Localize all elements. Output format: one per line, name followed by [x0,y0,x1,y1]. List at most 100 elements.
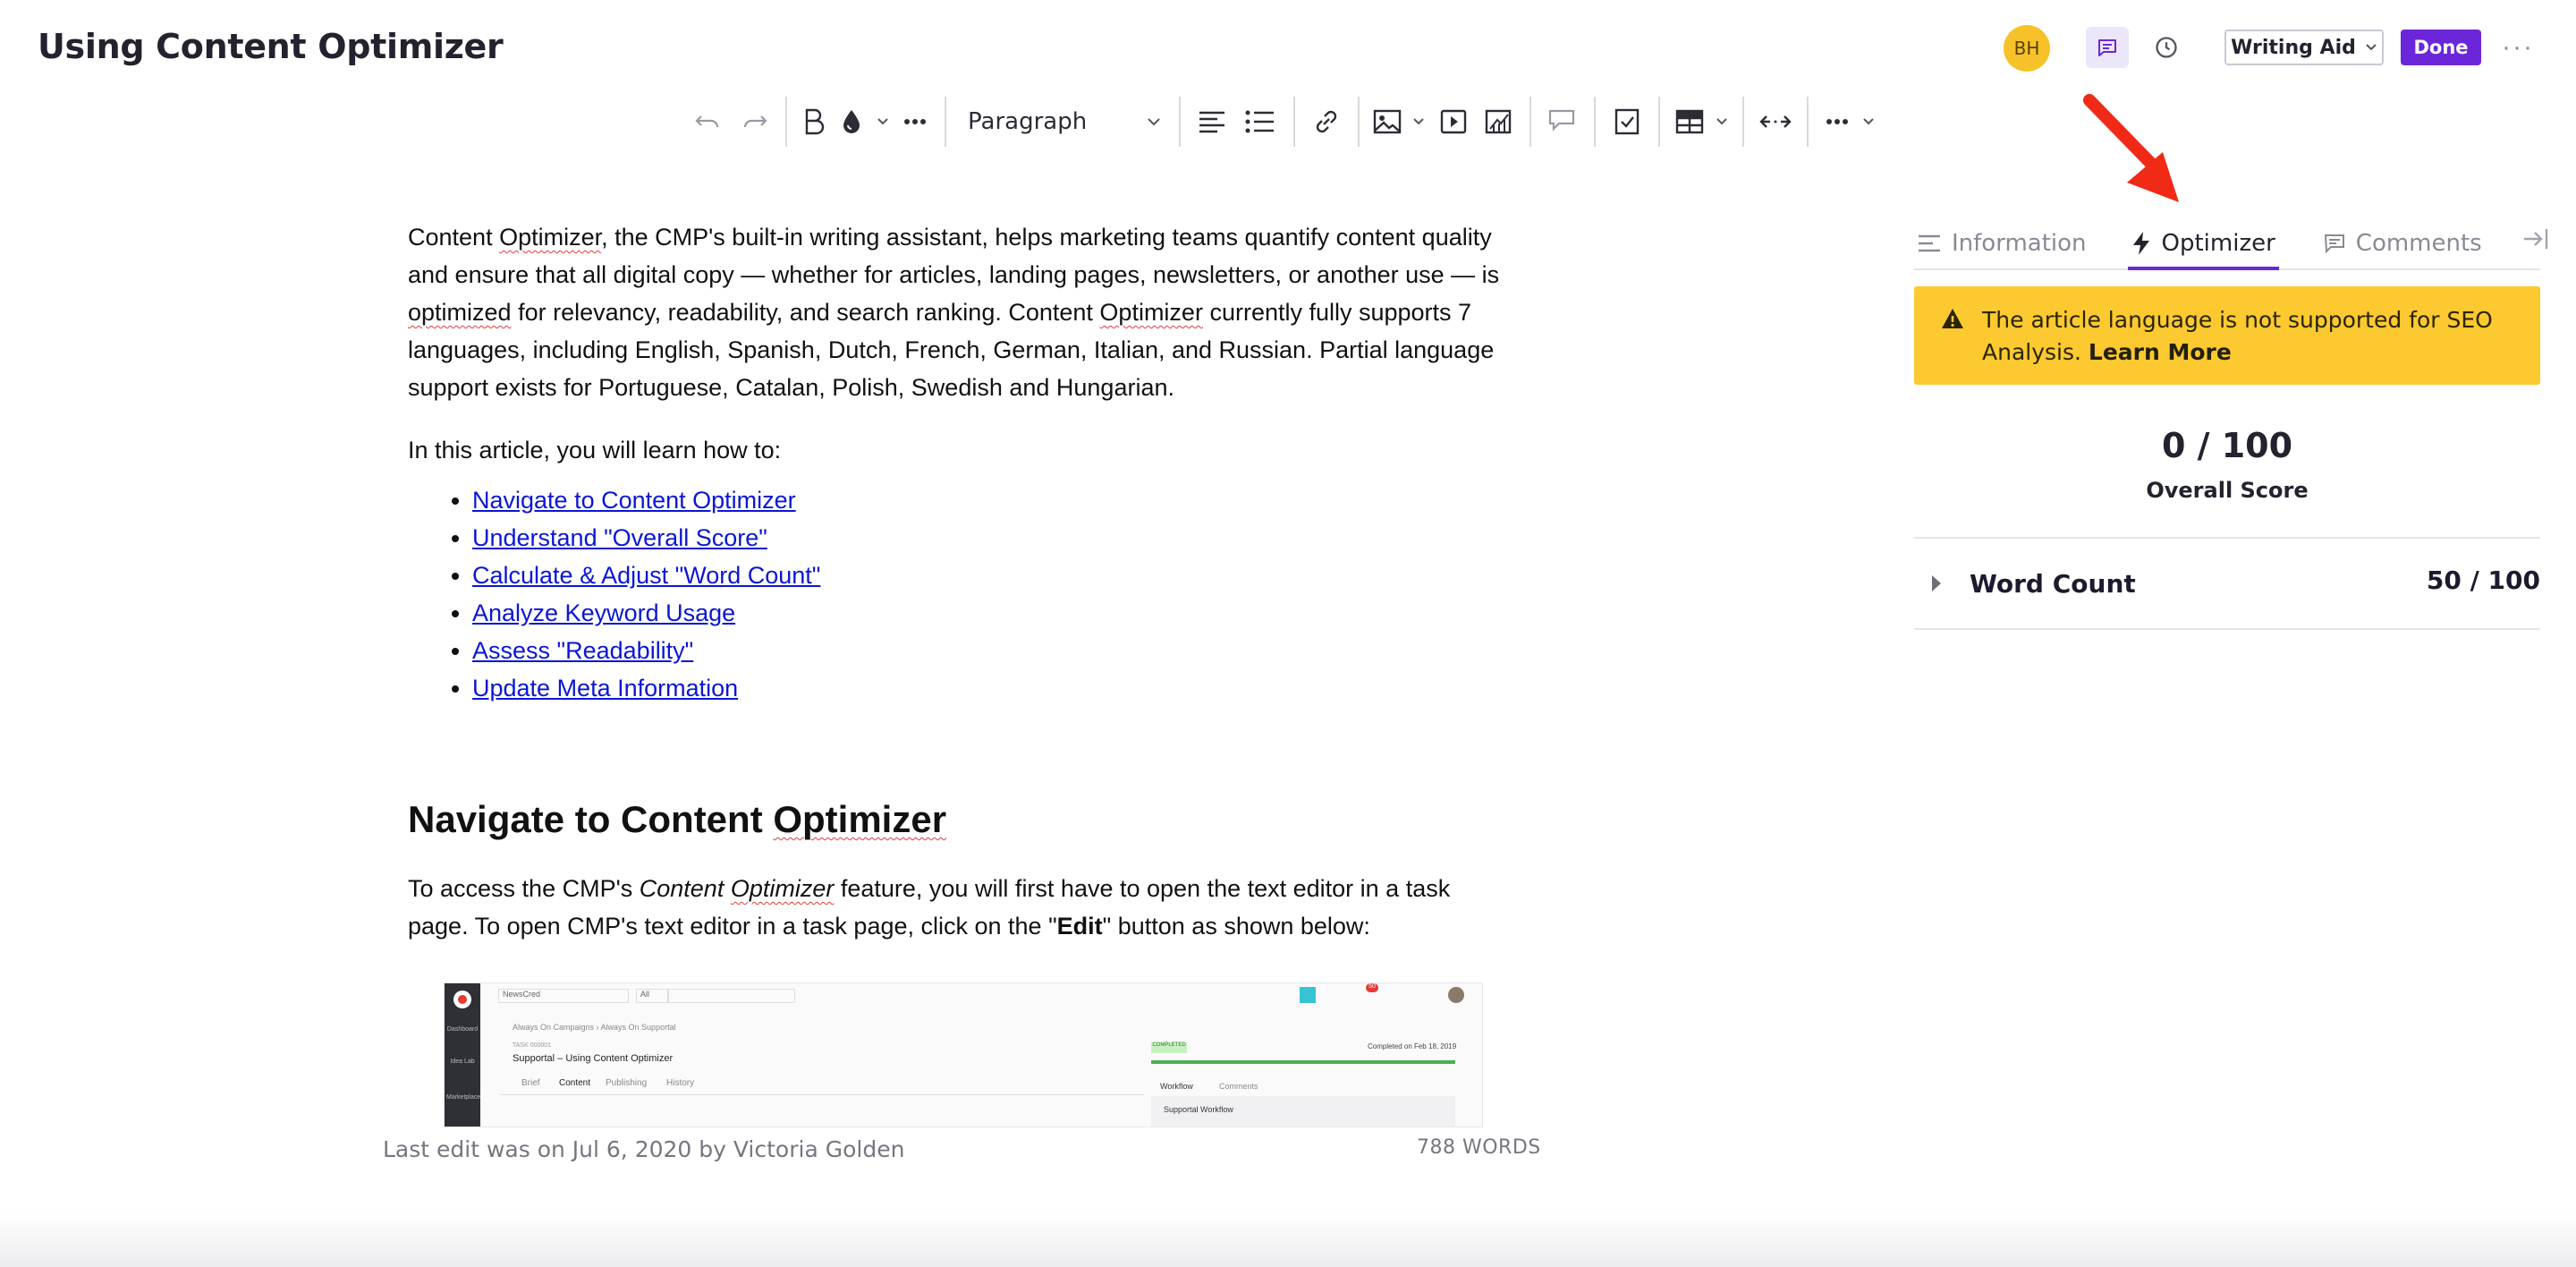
video-icon [1440,109,1467,134]
undo-button[interactable] [682,98,733,145]
chevron-down-icon [1863,118,1874,125]
more-format-button[interactable] [894,98,936,145]
word-count-row[interactable]: Word Count 50 / 100 [1914,539,2540,630]
bold-button[interactable] [796,98,832,145]
toolbar-divider [785,97,787,147]
expand-icon [1759,115,1792,128]
toolbar-divider [1179,97,1181,147]
embedded-nav-item: Idea Lab [450,1059,475,1065]
text-color-button[interactable] [832,98,871,145]
list-item: Analyze Keyword Usage [472,594,1517,632]
embedded-avatar [1448,987,1464,1003]
chevron-down-icon [1413,118,1424,125]
tab-optimizer[interactable]: Optimizer [2127,218,2280,270]
more-options-dropdown[interactable] [1857,98,1880,145]
ellipsis-icon[interactable]: ··· [2500,27,2536,68]
tab-information[interactable]: Information [1914,218,2090,268]
writing-aid-dropdown[interactable]: Writing Aid [2224,30,2384,65]
embedded-tab: History [666,1078,695,1088]
seo-alert: The article language is not supported fo… [1914,286,2540,385]
image-icon [1373,109,1402,134]
embedded-filter: All [636,989,668,1003]
image-dropdown[interactable] [1406,98,1431,145]
embedded-nav-item: Marketplace [446,1094,481,1101]
table-icon [1675,109,1704,134]
text-run: Content Optimizer [640,875,835,902]
redo-icon [743,115,767,128]
chart-button[interactable] [1476,98,1521,145]
checklist-button[interactable] [1605,98,1649,145]
embedded-search [668,989,795,1003]
spell-flag: Optimizer [499,224,602,251]
row-label: Word Count [1970,568,2136,599]
toc-link[interactable]: Update Meta Information [472,675,738,702]
embedded-workflow-title: Supportal Workflow [1164,1105,1233,1114]
overall-score-label: Overall Score [2146,478,2309,503]
overall-score-value: 0 / 100 [2161,426,2293,465]
clock-icon [2156,37,2177,58]
avatar[interactable]: BH [2004,25,2050,72]
annotation-arrow-icon [2083,94,2179,202]
spell-flag: Optimizer [773,798,947,840]
link-button[interactable] [1304,98,1349,145]
bullet-list-button[interactable] [1234,98,1284,145]
redo-button[interactable] [733,98,776,145]
toolbar-divider [1358,97,1360,147]
toc-link[interactable]: Analyze Keyword Usage [472,599,735,626]
embedded-tab: Brief [521,1078,540,1088]
toc-link[interactable]: Calculate & Adjust "Word Count" [472,562,820,589]
caret-right-icon [1932,575,1941,591]
paragraph-select[interactable]: Paragraph [955,98,1170,145]
list-item: Assess "Readability" [472,632,1517,669]
toolbar-divider [1742,97,1744,147]
toc-link[interactable]: Understand "Overall Score" [472,524,767,551]
bold-icon [805,108,825,135]
toolbar-divider [945,97,946,147]
table-dropdown[interactable] [1710,98,1733,145]
color-drop-icon [843,110,860,133]
video-button[interactable] [1431,98,1476,145]
alert-message: The article language is not supported fo… [1982,307,2493,365]
top-bar: Using Content Optimizer BH Writing Aid D… [0,0,2576,100]
history-button[interactable] [2145,27,2188,68]
embedded-task-id: TASK 000001 [513,1042,552,1049]
divider [500,1094,1144,1095]
last-edit-text: Last edit was on Jul 6, 2020 by Victoria… [383,1136,905,1162]
align-button[interactable] [1190,98,1234,145]
text-run: Content [639,875,731,902]
text-run: Navigate to Content [408,798,774,840]
spell-flag: Optimizer [1099,299,1203,326]
side-panel: Information Optimizer Comments The artic… [1914,218,2548,630]
chevron-down-icon [1148,118,1160,126]
embedded-nav: Dashboard Idea Lab Marketplace [445,983,480,1127]
tab-label: Optimizer [2161,230,2275,257]
embedded-side-tab: Comments [1219,1082,1258,1091]
text-run: for relevancy, readability, and search r… [511,299,1100,326]
embedded-breadcrumb: Always On Campaigns › Always On Supporta… [513,1023,676,1032]
more-options-button[interactable] [1818,98,1857,145]
done-button[interactable]: Done [2401,30,2481,65]
collapse-panel-icon[interactable] [2522,227,2549,255]
toc-link[interactable]: Assess "Readability" [472,637,693,664]
word-count-text: 788 WORDS [1417,1136,1541,1159]
tab-label: Comments [2355,230,2482,257]
comment-icon [2324,234,2344,253]
learn-more-link[interactable]: Learn More [2089,339,2232,365]
link-icon [1316,110,1337,133]
access-paragraph: To access the CMP's Content Optimizer fe… [408,870,1517,945]
tab-comments[interactable]: Comments [2320,218,2486,268]
align-icon [1199,111,1224,133]
toc-link[interactable]: Navigate to Content Optimizer [472,487,796,514]
row-value: 50 / 100 [2426,565,2540,595]
comment-icon [2098,39,2116,56]
image-button[interactable] [1368,98,1406,145]
embedded-task-title: Supportal – Using Content Optimizer [513,1053,674,1064]
comment-insert-button[interactable] [1540,98,1585,145]
text-color-dropdown[interactable] [871,98,894,145]
undo-icon [695,115,719,128]
table-button[interactable] [1669,98,1710,145]
expand-width-button[interactable] [1753,98,1798,145]
comments-toggle-button[interactable] [2086,27,2129,68]
paragraph-select-label: Paragraph [968,108,1088,135]
editor-content[interactable]: Content Optimizer, the CMP's built-in wr… [408,218,1517,970]
